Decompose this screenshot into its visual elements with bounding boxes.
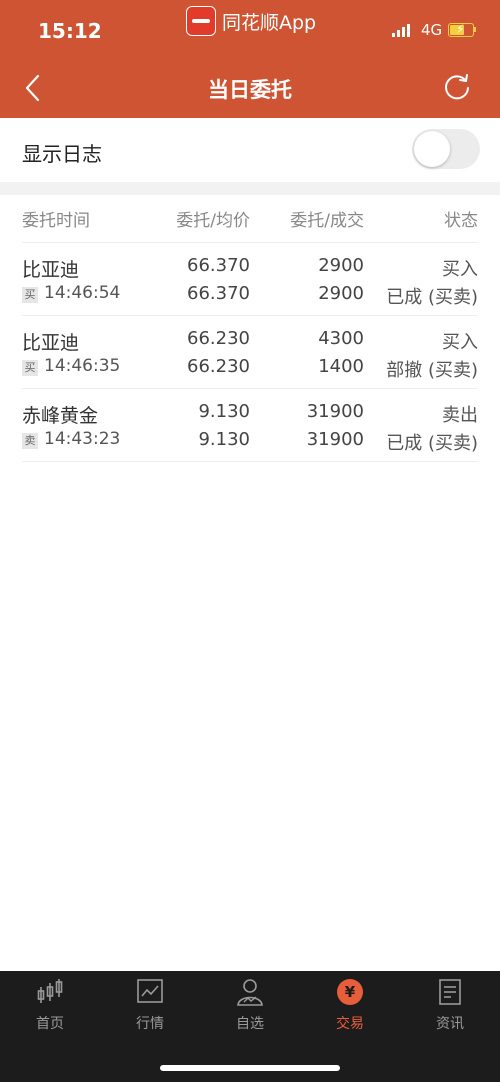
order-side: 买入 xyxy=(442,259,478,280)
order-side: 卖出 xyxy=(442,405,478,426)
app-logo-icon xyxy=(186,6,216,36)
section-gap xyxy=(0,182,500,195)
avg-price: 9.130 xyxy=(198,429,250,450)
order-side: 买入 xyxy=(442,332,478,353)
news-document-icon xyxy=(439,979,461,1005)
order-qty: 31900 xyxy=(306,401,364,422)
svg-text:¥: ¥ xyxy=(345,983,356,1001)
show-log-toggle[interactable] xyxy=(412,129,480,169)
order-qty: 2900 xyxy=(318,255,364,276)
tab-home[interactable]: 首页 xyxy=(0,977,100,1037)
status-bar: 15:12 同花顺App 4G ⚡ xyxy=(0,0,500,58)
trade-yen-icon: ¥ xyxy=(337,979,363,1005)
network-type: 4G xyxy=(421,21,443,39)
stock-name: 赤峰黄金 xyxy=(22,405,99,427)
tab-trade-label: 交易 xyxy=(336,1016,364,1032)
header-order-avg-price: 委托/均价 xyxy=(176,211,250,231)
stock-name: 比亚迪 xyxy=(22,259,80,281)
order-status: 部撤 (买卖) xyxy=(386,360,478,381)
divider xyxy=(22,461,478,462)
order-status: 已成 (买卖) xyxy=(386,287,478,308)
table-row[interactable]: 比亚迪 买 14:46:54 66.370 66.370 2900 2900 买… xyxy=(22,243,478,315)
side-tag: 买 xyxy=(22,287,38,303)
refresh-icon xyxy=(445,74,469,100)
battery-icon: ⚡ xyxy=(448,22,474,37)
table-row[interactable]: 赤峰黄金 卖 14:43:23 9.130 9.130 31900 31900 … xyxy=(22,389,478,461)
order-status: 已成 (买卖) xyxy=(386,433,478,454)
tab-trade[interactable]: ¥ 交易 xyxy=(300,977,400,1037)
tab-market[interactable]: 行情 xyxy=(100,977,200,1037)
refresh-button[interactable] xyxy=(442,72,472,102)
tab-home-label: 首页 xyxy=(36,1016,64,1032)
order-price: 66.370 xyxy=(187,255,250,276)
toggle-knob xyxy=(414,131,450,167)
signal-icon xyxy=(392,24,410,37)
order-time: 14:43:23 xyxy=(44,429,121,449)
bottom-tab-bar: 首页 行情 自选 ¥ 交易 资讯 xyxy=(0,971,500,1082)
filled-qty: 1400 xyxy=(318,356,364,377)
tab-watchlist[interactable]: 自选 xyxy=(200,977,300,1037)
nav-bar: 当日委托 xyxy=(0,58,500,118)
avg-price: 66.230 xyxy=(187,356,250,377)
order-time: 14:46:54 xyxy=(44,283,121,303)
show-log-row: 显示日志 xyxy=(0,118,500,182)
tab-market-label: 行情 xyxy=(136,1016,164,1032)
app-name: 同花顺App xyxy=(222,11,317,34)
battery-tip xyxy=(474,27,476,32)
order-qty: 4300 xyxy=(318,328,364,349)
tab-watchlist-label: 自选 xyxy=(236,1016,264,1032)
watchlist-user-icon xyxy=(237,979,263,1006)
side-tag: 买 xyxy=(22,360,38,376)
order-price: 66.230 xyxy=(187,328,250,349)
header-order-filled: 委托/成交 xyxy=(290,211,364,231)
home-indicator[interactable] xyxy=(160,1065,340,1071)
avg-price: 66.370 xyxy=(187,283,250,304)
header-order-time: 委托时间 xyxy=(22,211,90,231)
filled-qty: 31900 xyxy=(306,429,364,450)
home-candlestick-icon xyxy=(37,979,63,1003)
order-price: 9.130 xyxy=(198,401,250,422)
table-header: 委托时间 委托/均价 委托/成交 状态 xyxy=(22,206,478,232)
side-tag: 卖 xyxy=(22,433,38,449)
show-log-label: 显示日志 xyxy=(22,142,102,166)
order-time: 14:46:35 xyxy=(44,356,121,376)
page-title: 当日委托 xyxy=(208,78,292,102)
return-to-app-badge[interactable]: 同花顺App xyxy=(186,6,316,36)
stock-name: 比亚迪 xyxy=(22,332,80,354)
table-row[interactable]: 比亚迪 买 14:46:35 66.230 66.230 4300 1400 买… xyxy=(22,316,478,388)
tab-news[interactable]: 资讯 xyxy=(400,977,500,1037)
market-chart-icon xyxy=(137,979,163,1003)
filled-qty: 2900 xyxy=(318,283,364,304)
status-time: 15:12 xyxy=(38,19,102,43)
tab-news-label: 资讯 xyxy=(436,1016,464,1032)
header-status: 状态 xyxy=(444,211,478,231)
